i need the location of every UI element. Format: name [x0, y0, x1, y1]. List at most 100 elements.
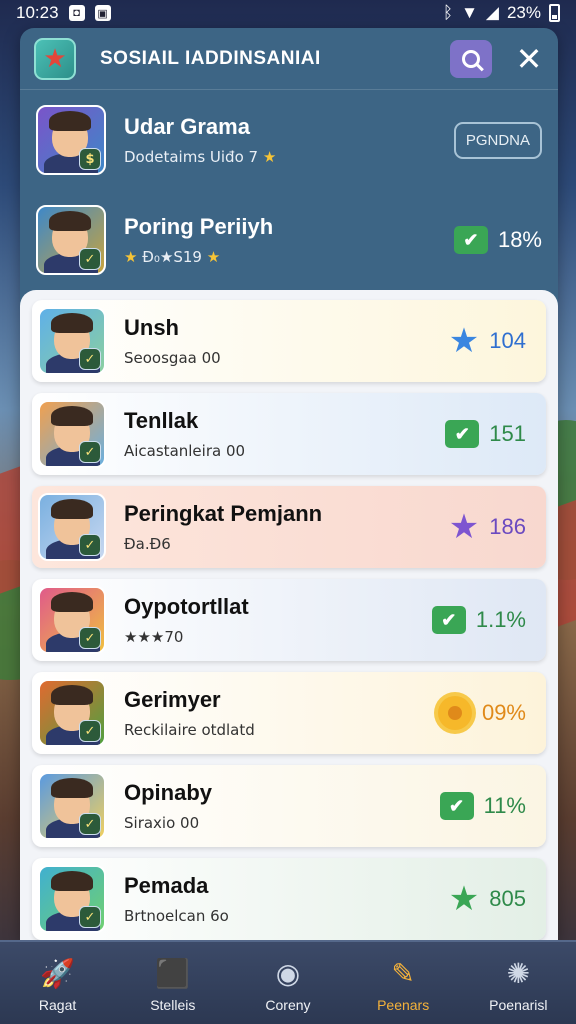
nav-label: Stelleis: [150, 997, 196, 1013]
list-item[interactable]: ✓ Opinaby Siraxio 00 ✔ 11%: [32, 765, 546, 847]
player-subtitle: Brtnoelcan 6o: [124, 907, 229, 925]
nav-item-ragat[interactable]: 🚀 Ragat: [8, 953, 108, 1014]
nav-label: Peenars: [377, 997, 430, 1013]
list-item[interactable]: ✓ Tenllak Aicastanleira 00 ✔ 151: [32, 393, 546, 475]
avatar: ✓: [36, 205, 106, 275]
signal-icon: ◢: [485, 3, 499, 22]
player-name: Tenllak: [124, 408, 199, 433]
close-button[interactable]: ✕: [514, 43, 544, 75]
stat-value: 18%: [497, 227, 542, 252]
check-icon: ✔: [445, 420, 480, 448]
leaderboard-panel: ★ SOSIAIL IADDINSANIAI ✕ $ Udar Grama Do…: [20, 28, 558, 940]
wifi-icon: ▼: [461, 3, 478, 22]
rank-badge-icon: ✓: [79, 627, 101, 649]
star-icon: ★: [262, 148, 277, 166]
player-subtitle: Đ₀★S19: [142, 248, 202, 266]
star-icon: ★: [448, 322, 480, 360]
stat-value: 11%: [483, 793, 526, 818]
rank-badge-icon: ✓: [79, 534, 101, 556]
avatar: ✓: [38, 679, 106, 747]
player-stat: ✔ 11%: [439, 792, 526, 820]
list-item[interactable]: ✓ Gerimyer Reckilaire otdlatd 09%: [32, 672, 546, 754]
status-bar: 10:23 ◘ ▣ ᛒ ▼ ◢ 23%: [0, 0, 576, 26]
player-name: Udar Grama: [124, 114, 250, 139]
player-subtitle: Reckilaire otdlatd: [124, 721, 255, 739]
player-name: Oypotortllat: [124, 594, 249, 619]
nav-item-peenars[interactable]: ✎ Peenars: [353, 953, 453, 1014]
rank-badge-icon: ✓: [79, 813, 101, 835]
player-name: Opinaby: [124, 780, 213, 805]
status-time: 10:23: [16, 3, 59, 22]
player-stat: ✔ 18%: [453, 226, 542, 254]
orb-icon: ◉: [275, 956, 301, 990]
nav-label: Poenarisl: [489, 997, 548, 1013]
search-icon: [462, 49, 480, 68]
top-player-row[interactable]: $ Udar Grama Dodetaims Uiđo 7 ★ PGNDNA: [20, 90, 558, 190]
avatar: ✓: [38, 772, 106, 840]
search-button[interactable]: [450, 39, 492, 78]
bottom-nav: 🚀 Ragat ⬛ Stelleis ◉ Coreny ✎ Peenars ✺ …: [0, 940, 576, 1024]
cube-icon: ⬛: [155, 956, 191, 990]
star-icon: ★: [448, 880, 480, 918]
stat-value: 186: [489, 514, 526, 539]
pending-button[interactable]: PGNDNA: [453, 121, 542, 159]
player-list[interactable]: ✓ Unsh Seoosgaa 00 ★ 104 ✓ Tenllak Aicas…: [20, 290, 558, 940]
nav-item-stelleis[interactable]: ⬛ Stelleis: [123, 953, 223, 1014]
star-icon: ★: [124, 248, 138, 266]
rank-badge-icon: ✓: [79, 720, 101, 742]
gear-icon: [437, 696, 472, 730]
feather-icon: ✎: [391, 956, 415, 990]
list-item[interactable]: ✓ Unsh Seoosgaa 00 ★ 104: [32, 300, 546, 382]
stat-value: 151: [489, 421, 526, 446]
star-icon: ★: [448, 508, 480, 546]
player-name: Gerimyer: [124, 687, 221, 712]
list-item[interactable]: ✓ Peringkat Pemjann Đa.Đ6 ★ 186: [32, 486, 546, 568]
player-subtitle: Seoosgaa 00: [124, 349, 221, 367]
list-item[interactable]: ✓ Oypotortllat ★★★70 ✔ 1.1%: [32, 579, 546, 661]
page-title: SOSIAIL IADDINSANIAI: [100, 47, 321, 69]
avatar: ✓: [38, 865, 106, 933]
stat-value: 104: [489, 328, 526, 353]
player-subtitle: ★★★70: [124, 628, 184, 646]
player-subtitle: Đa.Đ6: [124, 535, 171, 553]
stat-value: 1.1%: [475, 607, 526, 632]
player-name: Poring Periiyh: [124, 214, 274, 239]
battery-icon: [549, 4, 560, 22]
player-subtitle: Dodetaims Uiđo 7: [124, 148, 259, 166]
gallery-icon: ▣: [94, 5, 111, 21]
player-name: Unsh: [124, 315, 179, 340]
player-stat: ★ 186: [449, 510, 526, 544]
check-icon: ✔: [439, 792, 474, 820]
notification-icon: ◘: [68, 5, 85, 21]
top-player-row[interactable]: ✓ Poring Periiyh ★ Đ₀★S19 ★ ✔ 18%: [20, 190, 558, 290]
player-stat: ★ 104: [449, 324, 526, 358]
check-icon: ✔: [453, 226, 488, 254]
stat-value: 09%: [481, 700, 526, 725]
avatar: $: [36, 105, 106, 175]
badge-icon: ✺: [506, 956, 531, 990]
nav-item-poenarisl[interactable]: ✺ Poenarisl: [468, 953, 568, 1014]
nav-item-coreny[interactable]: ◉ Coreny: [238, 953, 338, 1014]
star-icon: ★: [206, 248, 221, 266]
player-subtitle: Siraxio 00: [124, 814, 200, 832]
panel-header: ★ SOSIAIL IADDINSANIAI ✕: [20, 28, 558, 90]
avatar: ✓: [38, 307, 106, 375]
player-name: Peringkat Pemjann: [124, 501, 323, 526]
player-stat: ✔ 151: [445, 420, 526, 448]
rank-badge-icon: ✓: [79, 348, 101, 370]
avatar: ✓: [38, 586, 106, 654]
player-name: Pemada: [124, 873, 209, 898]
nav-label: Ragat: [38, 997, 77, 1013]
nav-label: Coreny: [265, 997, 311, 1013]
player-stat: 09%: [437, 696, 526, 730]
rank-badge-icon: ✓: [79, 906, 101, 928]
player-stat: ★ 805: [449, 882, 526, 916]
rocket-icon: 🚀: [40, 956, 76, 990]
rank-badge-icon: ✓: [79, 441, 101, 463]
battery-level: 23%: [506, 3, 541, 22]
app-logo-icon: ★: [34, 37, 76, 80]
stat-value: 805: [489, 886, 526, 911]
player-subtitle: Aicastanleira 00: [124, 442, 246, 460]
list-item[interactable]: ✓ Pemada Brtnoelcan 6o ★ 805: [32, 858, 546, 940]
avatar: ✓: [38, 493, 106, 561]
